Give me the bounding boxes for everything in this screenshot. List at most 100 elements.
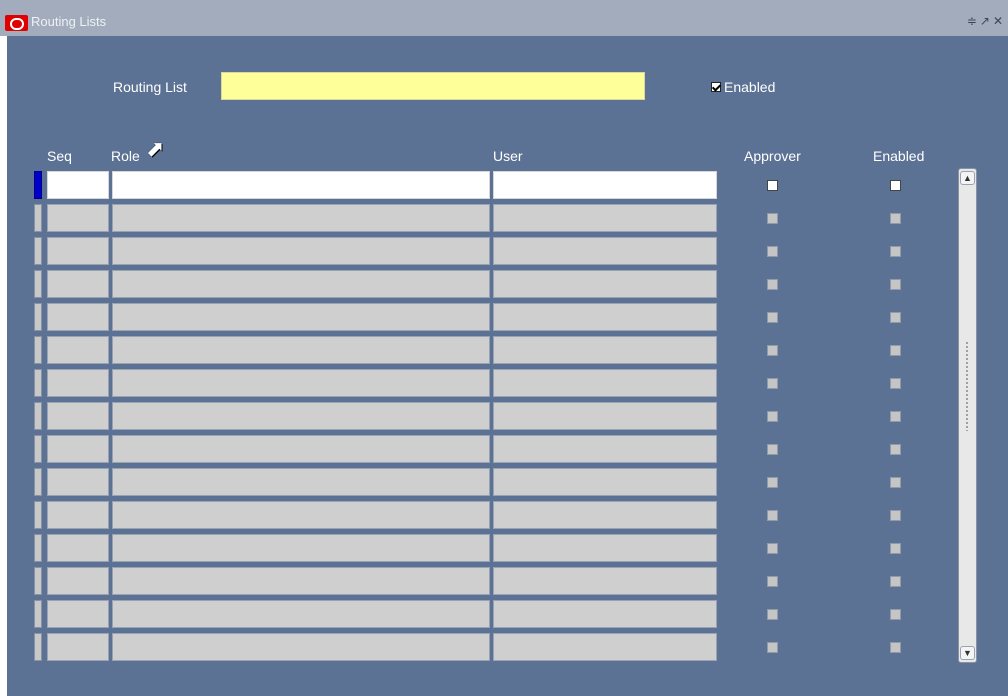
seq-field[interactable] xyxy=(47,600,109,628)
seq-field[interactable] xyxy=(47,270,109,298)
row-indicator[interactable] xyxy=(34,501,42,529)
approver-checkbox[interactable] xyxy=(767,411,778,422)
approver-checkbox[interactable] xyxy=(767,609,778,620)
row-enabled-checkbox[interactable] xyxy=(890,312,901,323)
row-indicator[interactable] xyxy=(34,633,42,661)
seq-field[interactable] xyxy=(47,633,109,661)
row-enabled-checkbox[interactable] xyxy=(890,510,901,521)
approver-checkbox[interactable] xyxy=(767,279,778,290)
row-enabled-checkbox[interactable] xyxy=(890,477,901,488)
row-enabled-checkbox[interactable] xyxy=(890,213,901,224)
vertical-scrollbar[interactable]: ▲ ▼ xyxy=(958,168,977,663)
role-field[interactable] xyxy=(112,633,490,661)
role-field[interactable] xyxy=(112,435,490,463)
scroll-down-icon[interactable]: ▼ xyxy=(960,646,975,660)
approver-checkbox[interactable] xyxy=(767,312,778,323)
close-icon[interactable]: ✕ xyxy=(993,14,1006,28)
approver-checkbox[interactable] xyxy=(767,246,778,257)
seq-field[interactable] xyxy=(47,534,109,562)
seq-field[interactable] xyxy=(47,435,109,463)
role-field[interactable] xyxy=(112,270,490,298)
row-indicator[interactable] xyxy=(34,237,42,265)
role-field[interactable] xyxy=(112,336,490,364)
user-field[interactable] xyxy=(493,336,717,364)
approver-checkbox[interactable] xyxy=(767,543,778,554)
row-enabled-checkbox[interactable] xyxy=(890,642,901,653)
row-enabled-checkbox[interactable] xyxy=(890,279,901,290)
seq-field[interactable] xyxy=(47,468,109,496)
user-field[interactable] xyxy=(493,435,717,463)
role-field[interactable] xyxy=(112,369,490,397)
approver-checkbox[interactable] xyxy=(767,378,778,389)
user-field[interactable] xyxy=(493,270,717,298)
user-field[interactable] xyxy=(493,171,717,199)
user-field[interactable] xyxy=(493,237,717,265)
user-field[interactable] xyxy=(493,369,717,397)
minimize-icon[interactable]: ≑ xyxy=(967,14,980,28)
approver-checkbox[interactable] xyxy=(767,477,778,488)
user-field[interactable] xyxy=(493,600,717,628)
row-indicator[interactable] xyxy=(34,402,42,430)
enabled-checkbox-box[interactable] xyxy=(711,82,721,92)
row-indicator[interactable] xyxy=(34,369,42,397)
approver-checkbox[interactable] xyxy=(767,213,778,224)
row-indicator[interactable] xyxy=(34,303,42,331)
row-enabled-checkbox[interactable] xyxy=(890,180,901,191)
user-field[interactable] xyxy=(493,567,717,595)
row-indicator[interactable] xyxy=(34,270,42,298)
scroll-thumb-grip[interactable] xyxy=(965,341,969,431)
approver-checkbox[interactable] xyxy=(767,576,778,587)
title-bar[interactable]: Routing Lists ≑↗✕ xyxy=(0,0,1008,36)
role-field[interactable] xyxy=(112,600,490,628)
approver-checkbox[interactable] xyxy=(767,510,778,521)
maximize-icon[interactable]: ↗ xyxy=(980,14,993,28)
row-enabled-checkbox[interactable] xyxy=(890,576,901,587)
role-field[interactable] xyxy=(112,204,490,232)
row-indicator[interactable] xyxy=(34,435,42,463)
user-field[interactable] xyxy=(493,534,717,562)
row-indicator[interactable] xyxy=(34,567,42,595)
seq-field[interactable] xyxy=(47,567,109,595)
user-field[interactable] xyxy=(493,501,717,529)
role-field[interactable] xyxy=(112,501,490,529)
seq-field[interactable] xyxy=(47,204,109,232)
user-field[interactable] xyxy=(493,402,717,430)
row-enabled-checkbox[interactable] xyxy=(890,543,901,554)
row-indicator[interactable] xyxy=(34,336,42,364)
seq-field[interactable] xyxy=(47,501,109,529)
row-enabled-checkbox[interactable] xyxy=(890,411,901,422)
row-indicator[interactable] xyxy=(34,600,42,628)
row-indicator[interactable] xyxy=(34,204,42,232)
approver-checkbox[interactable] xyxy=(767,444,778,455)
row-enabled-checkbox[interactable] xyxy=(890,444,901,455)
seq-field[interactable] xyxy=(47,303,109,331)
row-indicator[interactable] xyxy=(34,171,42,199)
row-indicator[interactable] xyxy=(34,534,42,562)
user-field[interactable] xyxy=(493,468,717,496)
row-indicator[interactable] xyxy=(34,468,42,496)
row-enabled-checkbox[interactable] xyxy=(890,345,901,356)
approver-checkbox[interactable] xyxy=(767,345,778,356)
row-enabled-checkbox[interactable] xyxy=(890,609,901,620)
seq-field[interactable] xyxy=(47,402,109,430)
routing-list-input[interactable] xyxy=(221,72,645,100)
row-enabled-checkbox[interactable] xyxy=(890,378,901,389)
seq-field[interactable] xyxy=(47,171,109,199)
user-field[interactable] xyxy=(493,633,717,661)
approver-checkbox[interactable] xyxy=(767,180,778,191)
row-enabled-checkbox[interactable] xyxy=(890,246,901,257)
role-field[interactable] xyxy=(112,402,490,430)
role-field[interactable] xyxy=(112,237,490,265)
user-field[interactable] xyxy=(493,204,717,232)
seq-field[interactable] xyxy=(47,237,109,265)
role-field[interactable] xyxy=(112,303,490,331)
seq-field[interactable] xyxy=(47,336,109,364)
role-field[interactable] xyxy=(112,534,490,562)
user-field[interactable] xyxy=(493,303,717,331)
approver-checkbox[interactable] xyxy=(767,642,778,653)
role-field[interactable] xyxy=(112,468,490,496)
seq-field[interactable] xyxy=(47,369,109,397)
header-enabled-checkbox[interactable]: Enabled xyxy=(711,77,775,97)
role-field[interactable] xyxy=(112,171,490,199)
role-field[interactable] xyxy=(112,567,490,595)
